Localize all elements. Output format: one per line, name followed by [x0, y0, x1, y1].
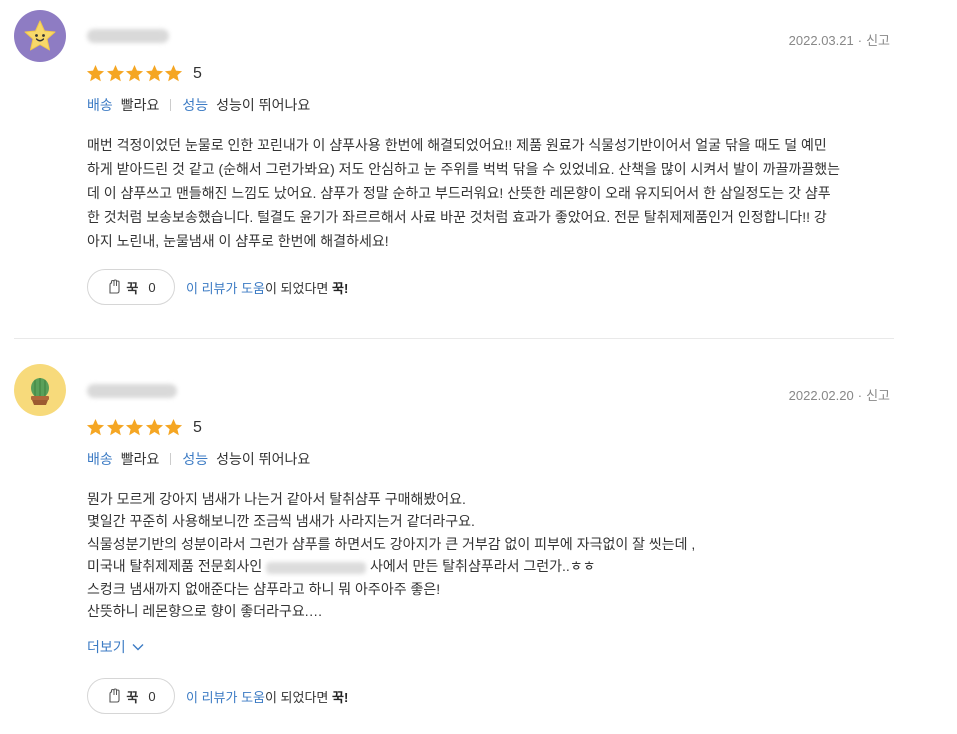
attr-key-delivery: 배송: [87, 97, 113, 113]
review-attributes: 배송 빨라요 성능 성능이 뛰어나요: [87, 449, 310, 469]
attr-key-performance: 성능: [182, 451, 209, 467]
helpful-button-label: 꾹: [126, 689, 139, 705]
review-divider: [14, 338, 894, 339]
report-link[interactable]: 신고: [866, 388, 890, 403]
review-line: 아지 노린내, 눈물냄새 이 샴푸로 한번에 해결하세요!: [87, 233, 389, 249]
avatar: [14, 364, 66, 416]
review-line: 하게 받아드린 것 같고 (순해서 그런가봐요) 저도 안심하고 눈 주위를 벅…: [87, 161, 840, 177]
rating: 5: [86, 64, 202, 83]
star-icon: [106, 64, 124, 82]
helpful-prompt-bold: 꾹!: [332, 689, 349, 705]
review-line-end: 사에서 만든 탈취샴푸라서 그런가..ㅎㅎ: [366, 558, 596, 575]
review-line: 미국내 탈취제제품 전문회사인 사에서 만든 탈취샴푸라서 그런가..ㅎㅎ: [87, 555, 899, 577]
helpful-prompt-blue: 이 리뷰가 도움: [186, 280, 265, 296]
star-rating: [86, 64, 184, 83]
star-icon: [145, 418, 163, 436]
review-line: 몇일간 꾸준히 사용해보니깐 조금씩 냄새가 사라지는거 같더라구요.: [87, 513, 475, 530]
helpful-prompt-mid: 이 되었다면: [264, 689, 333, 705]
review-date: 2022.02.20: [788, 388, 854, 403]
star-rating: [86, 418, 184, 437]
username-masked: [87, 29, 169, 43]
avatar: [14, 10, 66, 62]
review-line: 산뜻하니 레몬향으로 향이 좋더라구요.…: [87, 603, 323, 620]
star-icon: [106, 418, 124, 436]
attr-value-delivery: 빨라요: [120, 97, 160, 113]
attr-value-performance: 성능이 뛰어나요: [216, 97, 311, 113]
username-masked: [87, 384, 177, 398]
review-line: 스컹크 냄새까지 없애준다는 샴푸라고 하니 뭐 아주아주 좋은!: [87, 580, 441, 597]
review-line: 뭔가 모르게 강아지 냄새가 나는거 같아서 탈취샴푸 구매해봤어요.: [87, 491, 466, 507]
helpful-prompt: 이 리뷰가 도움이 되었다면 꾹!: [186, 687, 348, 706]
star-icon: [165, 64, 183, 82]
rating-value: 5: [192, 418, 202, 436]
attr-key-performance: 성능: [182, 97, 209, 113]
show-more-button[interactable]: 더보기: [87, 637, 144, 657]
star-face-icon: [24, 20, 56, 51]
helpful-count: 0: [148, 279, 156, 295]
hand-press-icon: [109, 279, 120, 294]
review-line: 식물성분기반의 성분이라서 그런가 샴푸를 하면서도 강아지가 큰 거부감 없이…: [87, 535, 696, 552]
show-more-label: 더보기: [87, 639, 126, 655]
star-icon: [145, 64, 163, 82]
helpful-button[interactable]: 꾹 0: [87, 678, 175, 714]
review-line: 매번 걱정이었던 눈물로 인한 꼬린내가 이 샴푸사용 한번에 해결되었어요!!…: [87, 137, 827, 153]
attr-value-delivery: 빨라요: [120, 451, 160, 467]
review-attributes: 배송 빨라요 성능 성능이 뛰어나요: [87, 95, 310, 115]
cactus-icon: [31, 378, 49, 405]
review-date: 2022.03.21: [788, 33, 854, 48]
company-name-masked: [266, 561, 367, 574]
report-link[interactable]: 신고: [866, 33, 890, 48]
rating: 5: [86, 418, 202, 437]
helpful-row: 꾹 0 이 리뷰가 도움이 되었다면 꾹!: [87, 269, 348, 305]
review-line: 데 이 샴푸쓰고 맨들해진 느낌도 났어요. 샴푸가 정말 순하고 부드러워요!…: [87, 185, 831, 201]
review-text: 뭔가 모르게 강아지 냄새가 나는거 같아서 탈취샴푸 구매해봤어요. 몇일간 …: [87, 488, 899, 622]
rating-value: 5: [192, 64, 202, 82]
attr-key-delivery: 배송: [87, 451, 113, 467]
review-meta: 2022.02.20 · 신고: [788, 388, 890, 403]
attr-divider: [170, 453, 172, 465]
star-icon: [86, 64, 105, 82]
review-text: 매번 걱정이었던 눈물로 인한 꼬린내가 이 샴푸사용 한번에 해결되었어요!!…: [87, 133, 899, 253]
review-line: 한 것처럼 보송보송했습니다. 털결도 윤기가 좌르르해서 사료 바꾼 것처럼 …: [87, 209, 827, 225]
helpful-prompt: 이 리뷰가 도움이 되었다면 꾹!: [186, 278, 348, 297]
helpful-count: 0: [148, 688, 156, 704]
star-icon: [165, 418, 183, 436]
helpful-prompt-blue: 이 리뷰가 도움: [186, 689, 265, 705]
review-line-start: 미국내 탈취제제품 전문회사인: [87, 558, 263, 575]
helpful-row: 꾹 0 이 리뷰가 도움이 되었다면 꾹!: [87, 678, 348, 714]
review-meta: 2022.03.21 · 신고: [788, 33, 890, 48]
star-icon: [126, 418, 144, 436]
star-icon: [126, 64, 144, 82]
helpful-button[interactable]: 꾹 0: [87, 269, 175, 305]
attr-divider: [170, 99, 172, 111]
attr-value-performance: 성능이 뛰어나요: [216, 451, 311, 467]
helpful-prompt-bold: 꾹!: [332, 280, 349, 296]
star-icon: [86, 418, 105, 436]
helpful-prompt-mid: 이 되었다면: [264, 280, 333, 296]
hand-press-icon: [109, 688, 120, 703]
chevron-down-icon: [132, 644, 144, 651]
helpful-button-label: 꾹: [126, 280, 139, 296]
